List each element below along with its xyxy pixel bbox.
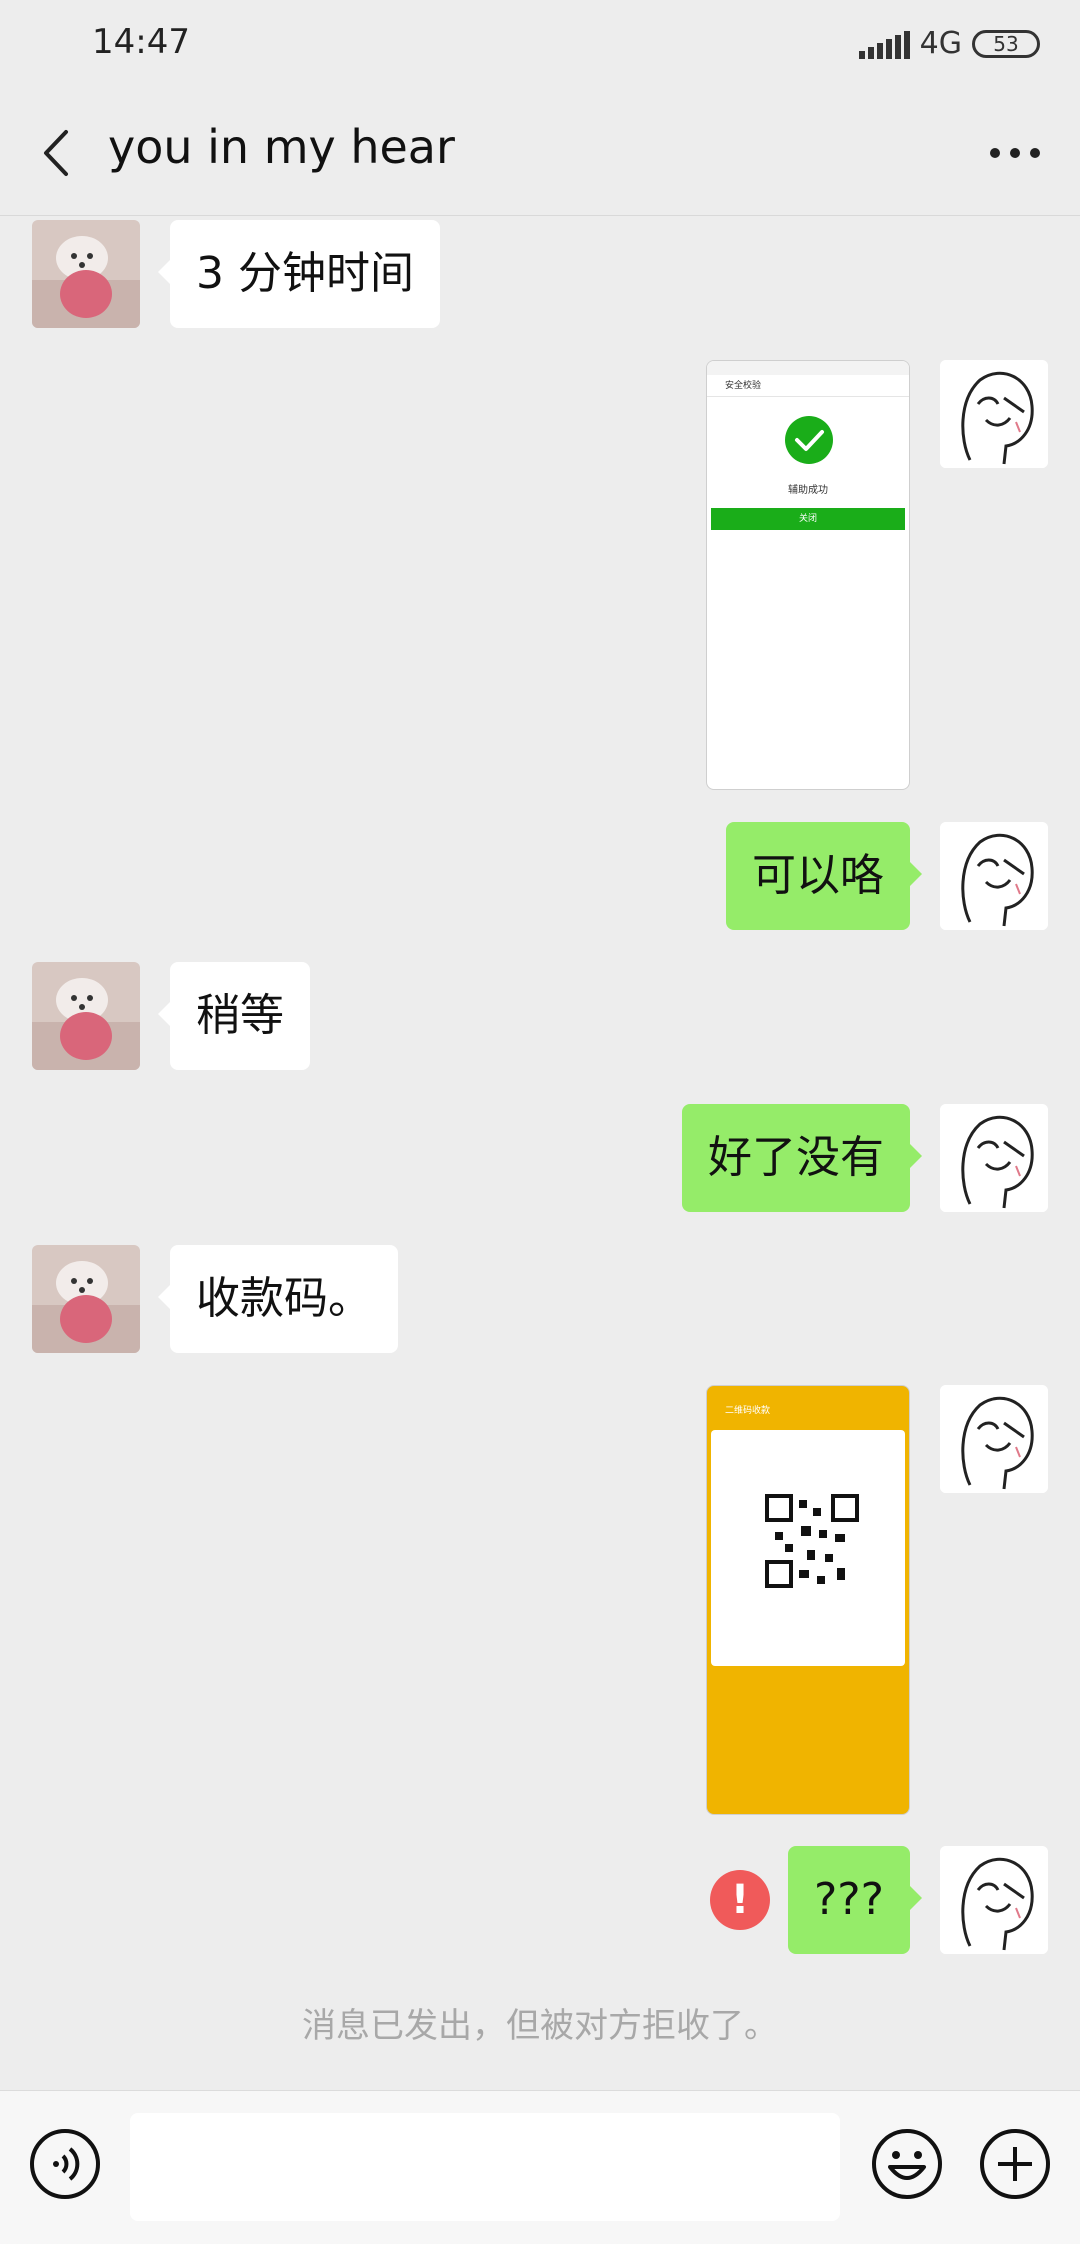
back-arrow-icon	[44, 130, 68, 176]
status-bar: 14:47 4G 53	[0, 0, 1080, 90]
screenshot-title: 安全校验	[707, 375, 909, 397]
message-bubble-incoming[interactable]: 收款码。	[158, 1245, 398, 1353]
screenshot-qr-title: 二维码收款	[725, 1406, 771, 1416]
message-bubble-outgoing[interactable]: 好了没有	[682, 1104, 922, 1212]
contact-avatar[interactable]	[32, 220, 140, 328]
my-avatar[interactable]	[940, 1846, 1048, 1954]
message-input[interactable]	[130, 2113, 840, 2221]
status-time: 14:47	[92, 22, 190, 62]
more-button[interactable]	[980, 120, 1050, 186]
image-message-qr-screenshot[interactable]: 二维码收款	[706, 1385, 910, 1815]
back-button[interactable]	[30, 120, 90, 186]
image-message-screenshot[interactable]: 安全校验 辅助成功 关闭	[706, 360, 910, 790]
emoji-button[interactable]	[870, 2127, 944, 2201]
send-failed-icon[interactable]: !	[710, 1870, 770, 1930]
message-bubble-outgoing[interactable]: 可以咯	[726, 822, 922, 930]
battery-icon: 53	[972, 29, 1040, 58]
emoji-icon	[872, 2129, 942, 2199]
contact-avatar[interactable]	[32, 962, 140, 1070]
status-indicators: 4G 53	[858, 26, 1040, 61]
qr-card	[711, 1430, 905, 1666]
screenshot-close-button: 关闭	[711, 508, 905, 530]
chat-title: you in my hear	[108, 120, 455, 174]
screenshot-result: 辅助成功	[788, 485, 828, 496]
input-bar	[0, 2090, 1080, 2244]
network-type: 4G	[919, 26, 962, 61]
my-avatar[interactable]	[940, 1104, 1048, 1212]
qr-code-icon	[765, 1494, 859, 1588]
voice-icon	[30, 2129, 100, 2199]
my-avatar[interactable]	[940, 822, 1048, 930]
plus-icon	[980, 2129, 1050, 2199]
more-functions-button[interactable]	[978, 2127, 1052, 2201]
more-icon	[990, 148, 1040, 158]
message-bubble-incoming[interactable]: 3 分钟时间	[158, 220, 440, 328]
my-avatar[interactable]	[940, 360, 1048, 468]
system-note: 消息已发出，但被对方拒收了。	[302, 2006, 778, 2046]
message-bubble-incoming[interactable]: 稍等	[158, 962, 310, 1070]
message-bubble-outgoing[interactable]: ???	[787, 1846, 923, 1954]
contact-avatar[interactable]	[32, 1245, 140, 1353]
checkmark-icon	[785, 416, 833, 464]
signal-icon	[858, 29, 910, 59]
chat-header: you in my hear	[0, 90, 1080, 216]
voice-button[interactable]	[28, 2127, 102, 2201]
my-avatar[interactable]	[940, 1385, 1048, 1493]
